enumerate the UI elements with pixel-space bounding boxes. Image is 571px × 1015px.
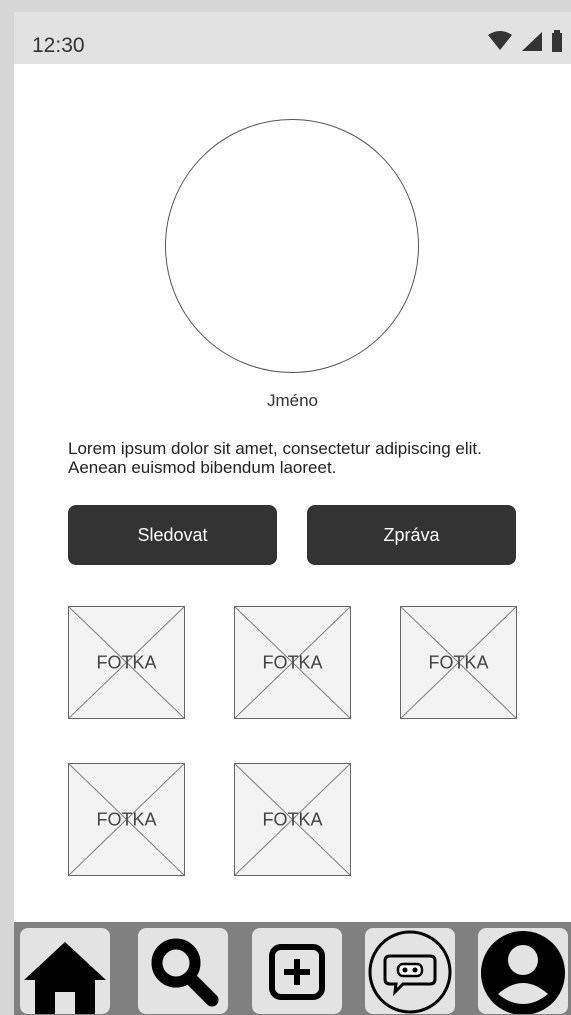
nav-home-button[interactable] (20, 928, 110, 1014)
phone-screen: 12:30 Jméno Lorem ipsum dolor sit amet, … (14, 12, 571, 1015)
status-bar: 12:30 (14, 12, 571, 64)
status-icons (487, 30, 563, 52)
status-time: 12:30 (32, 34, 85, 57)
bottom-nav (14, 922, 571, 1015)
profile-name: Jméno (266, 391, 319, 410)
photo-placeholder[interactable]: FOTKA (234, 763, 351, 876)
photo-label: FOTKA (96, 809, 157, 829)
photo-placeholder[interactable]: FOTKA (68, 606, 185, 719)
nav-add-button[interactable] (252, 928, 342, 1014)
follow-button[interactable]: Sledovat (68, 505, 277, 565)
message-button[interactable]: Zpráva (307, 505, 516, 565)
photo-placeholder[interactable]: FOTKA (234, 606, 351, 719)
wifi-icon (487, 31, 513, 51)
photo-placeholder[interactable]: FOTKA (400, 606, 517, 719)
photo-placeholder[interactable]: FOTKA (68, 763, 185, 876)
photo-label: FOTKA (262, 652, 323, 672)
nav-profile-button[interactable] (478, 928, 568, 1014)
nav-search-button[interactable] (138, 928, 228, 1014)
photo-label: FOTKA (96, 652, 157, 672)
battery-icon (551, 30, 563, 52)
nav-chat-button[interactable] (365, 928, 455, 1014)
signal-icon (521, 31, 543, 51)
profile-bio: Lorem ipsum dolor sit amet, consectetur … (68, 439, 482, 477)
photo-label: FOTKA (262, 809, 323, 829)
avatar[interactable] (165, 119, 419, 373)
photo-label: FOTKA (428, 652, 489, 672)
